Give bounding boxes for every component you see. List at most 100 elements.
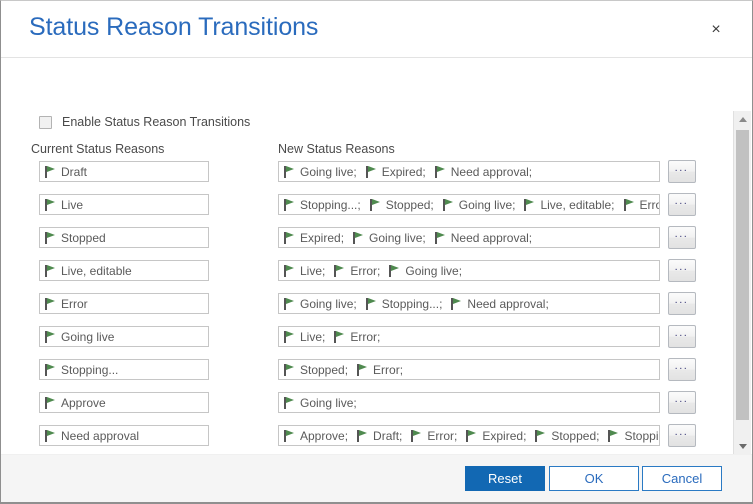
table-row: Stopped Expired; Going live; Need approval;…	[1, 225, 752, 258]
flag-icon	[45, 429, 56, 442]
flag-icon	[284, 429, 295, 442]
new-status-reasons-field[interactable]: Stopped; Error;	[278, 359, 660, 380]
status-reason-label: Going live;	[300, 296, 357, 311]
ok-button[interactable]: OK	[549, 466, 639, 491]
table-row: Stopping... Stopped; Error;...	[1, 357, 752, 390]
flag-icon	[535, 429, 546, 442]
current-status-reason-field[interactable]: Draft	[39, 161, 209, 182]
flag-icon	[284, 231, 295, 244]
status-reason-token: Error;	[334, 330, 380, 344]
status-reason-label: Live;	[300, 329, 326, 344]
status-reason-token: Stopped;	[369, 197, 434, 212]
vertical-scrollbar[interactable]	[733, 111, 751, 455]
reset-button[interactable]: Reset	[465, 466, 545, 491]
flag-icon	[284, 198, 295, 211]
current-status-reason-field[interactable]: Live, editable	[39, 260, 209, 281]
status-reason-label: Stopped;	[385, 197, 434, 212]
flag-icon	[357, 363, 368, 376]
flag-icon	[45, 396, 56, 409]
status-reason-label: Error;	[350, 329, 381, 344]
flag-icon	[45, 264, 56, 277]
status-reason-token: Error;	[357, 363, 403, 377]
enable-transitions-label: Enable Status Reason Transitions	[62, 115, 251, 129]
enable-transitions-checkbox[interactable]	[39, 115, 52, 129]
new-status-reasons-field[interactable]: Live; Error; Going live;	[278, 260, 660, 281]
current-status-reasons-header: Current Status Reasons	[31, 142, 165, 156]
status-reason-token: Going live;	[284, 396, 357, 410]
scroll-up-icon[interactable]	[734, 111, 751, 128]
current-status-reason-field[interactable]: Stopped	[39, 227, 209, 248]
status-reason-label: Live	[61, 197, 84, 212]
status-reason-token: Error	[45, 297, 88, 311]
status-reason-token: Draft;	[357, 429, 402, 443]
status-reason-token: Live;	[284, 264, 325, 278]
status-reason-token: Expired;	[284, 231, 344, 245]
current-status-reason-field[interactable]: Need approval	[39, 425, 209, 446]
open-status-reason-picker-button[interactable]: ...	[668, 259, 696, 282]
cancel-button[interactable]: Cancel	[642, 466, 722, 491]
transitions-rows: Draft Going live; Expired; Need approval;..…	[1, 159, 752, 456]
status-reason-label: Draft;	[373, 428, 403, 443]
status-reason-label: Need approval;	[467, 296, 549, 311]
flag-icon	[284, 330, 295, 343]
status-reason-label: Draft	[61, 164, 88, 179]
open-status-reason-picker-button[interactable]: ...	[668, 391, 696, 414]
new-status-reasons-field[interactable]: Stopping...; Stopped; Going live; Live, edi…	[278, 194, 660, 215]
new-status-reasons-field[interactable]: Live; Error;	[278, 326, 660, 347]
table-row: Draft Going live; Expired; Need approval;..…	[1, 159, 752, 192]
new-status-reasons-field[interactable]: Approve; Draft; Error; Expired; Stopped; Stop…	[278, 425, 660, 446]
status-reason-label: Stopping...	[61, 362, 119, 377]
flag-icon	[45, 330, 56, 343]
scroll-down-icon[interactable]	[734, 438, 751, 455]
status-reason-label: Need approval;	[450, 230, 533, 245]
current-status-reason-field[interactable]: Stopping...	[39, 359, 209, 380]
open-status-reason-picker-button[interactable]: ...	[668, 292, 696, 315]
new-status-reasons-field[interactable]: Going live; Stopping...; Need approval;	[278, 293, 660, 314]
new-status-reasons-field[interactable]: Going live; Expired; Need approval;	[278, 161, 660, 182]
status-reason-token: Going live;	[284, 165, 357, 179]
flag-icon	[284, 264, 295, 277]
current-status-reason-field[interactable]: Live	[39, 194, 209, 215]
status-reason-token: Expired;	[365, 164, 426, 179]
flag-icon	[434, 165, 446, 178]
new-status-reasons-field[interactable]: Expired; Going live; Need approval;	[278, 227, 660, 248]
table-row: Going live Live; Error;...	[1, 324, 752, 357]
open-status-reason-picker-button[interactable]: ...	[668, 325, 696, 348]
status-reason-token: Live	[45, 198, 83, 212]
status-reason-token: Live, editable;	[524, 197, 615, 212]
current-status-reason-field[interactable]: Error	[39, 293, 209, 314]
status-reason-token: Draft	[45, 165, 87, 179]
status-reason-label: Stopping...;	[381, 296, 443, 311]
dialog-body: Enable Status Reason Transitions Current…	[1, 59, 752, 455]
flag-icon	[365, 297, 377, 310]
status-reason-label: Stopped;	[551, 428, 600, 443]
flag-icon	[524, 198, 535, 211]
status-reason-transitions-dialog: Status Reason Transitions × Enable Statu…	[0, 0, 753, 504]
new-status-reasons-field[interactable]: Going live;	[278, 392, 660, 413]
status-reason-label: Stopped	[61, 230, 106, 245]
open-status-reason-picker-button[interactable]: ...	[668, 226, 696, 249]
open-status-reason-picker-button[interactable]: ...	[668, 358, 696, 381]
flag-icon	[357, 429, 368, 442]
flag-icon	[411, 429, 422, 442]
current-status-reason-field[interactable]: Going live	[39, 326, 209, 347]
scrollbar-thumb[interactable]	[736, 130, 749, 420]
status-reason-token: Error;	[623, 198, 659, 212]
status-reason-label: Going live;	[405, 263, 463, 278]
status-reason-label: Going live;	[300, 164, 357, 179]
status-reason-label: Going live;	[300, 395, 357, 410]
open-status-reason-picker-button[interactable]: ...	[668, 193, 696, 216]
status-reason-label: Expired;	[381, 164, 426, 179]
status-reason-token: Approve;	[284, 429, 348, 443]
flag-icon	[45, 231, 56, 244]
status-reason-token: Live;	[284, 330, 325, 344]
flag-icon	[284, 297, 295, 310]
current-status-reason-field[interactable]: Approve	[39, 392, 209, 413]
open-status-reason-picker-button[interactable]: ...	[668, 160, 696, 183]
status-reason-label: Expired;	[482, 428, 527, 443]
status-reason-label: Live, editable;	[540, 197, 615, 212]
close-icon[interactable]: ×	[703, 17, 729, 43]
status-reason-token: Live, editable	[45, 264, 132, 278]
status-reason-label: Going live;	[369, 230, 426, 245]
open-status-reason-picker-button[interactable]: ...	[668, 424, 696, 447]
